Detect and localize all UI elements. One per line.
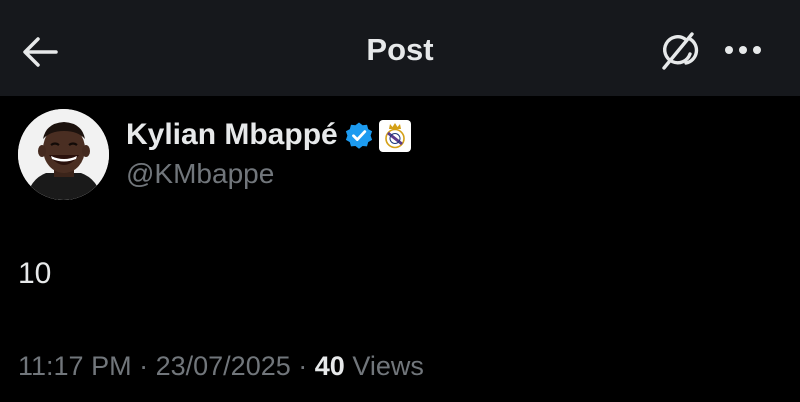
author-handle[interactable]: @KMbappe (126, 156, 274, 192)
more-horizontal-icon (725, 46, 761, 54)
post-date[interactable]: 23/07/2025 (156, 351, 291, 381)
meta-separator: · (139, 351, 149, 381)
grok-button[interactable] (655, 28, 701, 74)
post-metadata: 11:17 PM · 23/07/2025 · 40 Views (18, 349, 424, 383)
post-detail-screen: Post Kylian Mbappé @KMbappe 10 11:17 PM … (0, 0, 800, 402)
views-count[interactable]: 40 (315, 351, 345, 381)
verified-badge-icon (345, 122, 373, 149)
author-name[interactable]: Kylian Mbappé (126, 117, 338, 153)
views-label[interactable]: Views (352, 351, 424, 381)
more-options-button[interactable] (722, 30, 768, 70)
affiliate-badge[interactable] (379, 120, 411, 152)
arrow-left-icon (23, 37, 58, 67)
avatar[interactable] (18, 109, 109, 200)
profile-photo (18, 109, 109, 200)
back-button[interactable] (18, 30, 62, 74)
top-bar: Post (0, 0, 800, 96)
grok-icon (662, 32, 699, 70)
real-madrid-crest-icon (385, 123, 405, 149)
post-time[interactable]: 11:17 PM (18, 351, 132, 381)
post-text: 10 (18, 257, 52, 290)
meta-separator: · (298, 351, 308, 381)
